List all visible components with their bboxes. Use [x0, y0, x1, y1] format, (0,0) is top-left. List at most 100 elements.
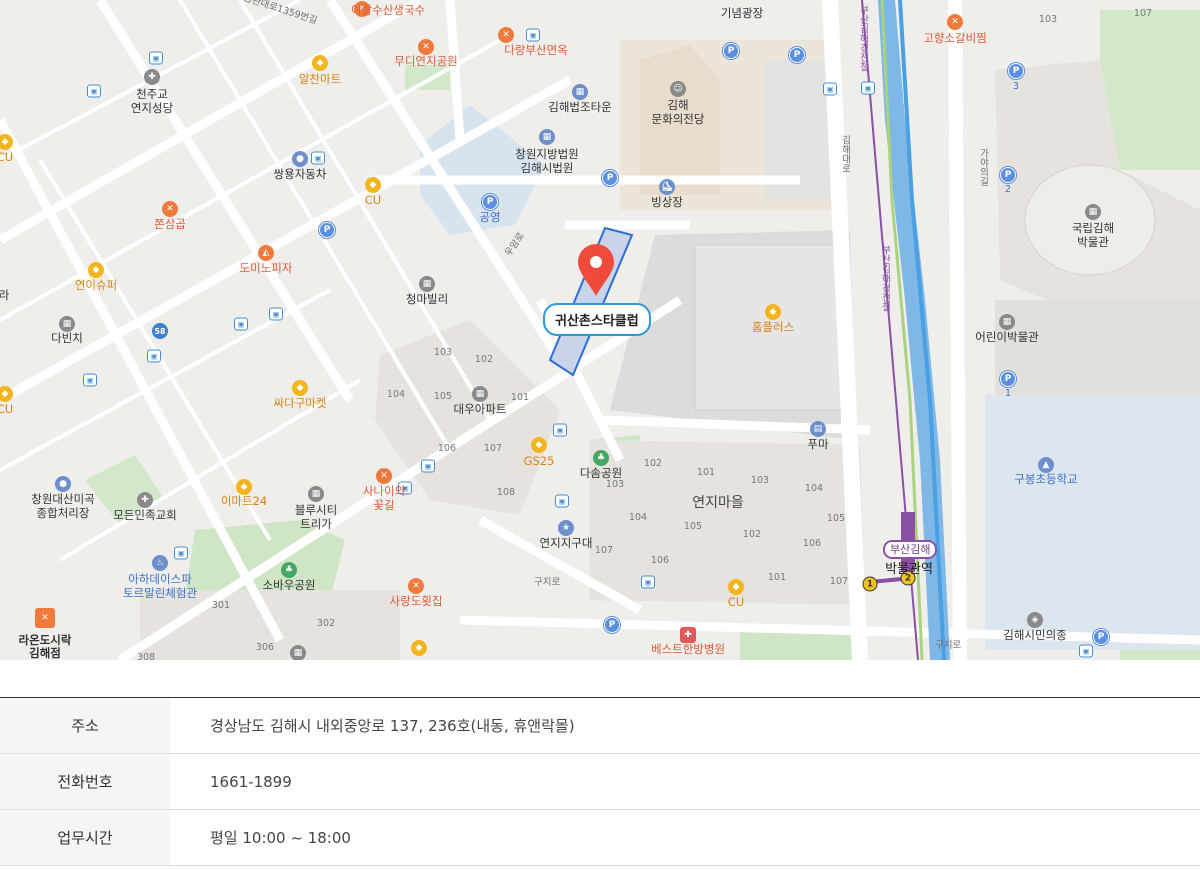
poi-label[interactable]: 싸다구마켓 — [274, 397, 327, 410]
poi-label[interactable]: 홈플러스 — [752, 321, 794, 334]
bus-stop-icon[interactable]: ▣ — [553, 423, 567, 437]
parking-icon[interactable]: P — [319, 222, 335, 238]
skate-icon[interactable]: ⛸ — [659, 179, 675, 195]
fork-icon[interactable]: ✕ — [498, 27, 514, 43]
bus-stop-icon[interactable]: ▣ — [83, 373, 97, 387]
poi-label[interactable]: 사랑도횟집 — [390, 595, 443, 608]
map-view[interactable]: 귀산촌스타클럽 ✕ ✕ ✕ ◆ ✚ ▦ ☺ ▦ ● ◆ P ⛸ ✕ ◭ ◆ ▦ … — [0, 0, 1200, 660]
poi-label[interactable]: 김해시민의종 — [1003, 629, 1066, 642]
fork-icon[interactable]: ✕ — [947, 14, 963, 30]
bus-stop-icon[interactable]: ▣ — [526, 28, 540, 42]
poi-label[interactable]: 이마트24 — [221, 495, 267, 508]
school-icon[interactable]: ▲ — [1038, 457, 1054, 473]
poi-label[interactable]: CU — [728, 596, 744, 609]
poi-label[interactable]: 다솜공원 — [580, 467, 622, 480]
parking-icon[interactable]: P — [1008, 63, 1024, 79]
church-icon[interactable]: ✚ — [137, 492, 153, 508]
parking-icon[interactable]: P — [1093, 629, 1109, 645]
station-label[interactable]: 박물관역 — [885, 563, 933, 576]
bus-stop-icon[interactable]: ▣ — [149, 51, 163, 65]
poi-label[interactable]: 베스트한방병원 — [651, 643, 725, 656]
spa-icon[interactable]: ♨ — [152, 555, 168, 571]
bus-stop-icon[interactable]: ▣ — [421, 459, 435, 473]
poi-label[interactable]: 고향소갈비찜 — [923, 32, 986, 45]
poi-label[interactable]: 무디연지공원 — [394, 55, 457, 68]
shop-icon[interactable]: ◆ — [765, 304, 781, 320]
bus-stop-icon[interactable]: ▣ — [147, 349, 161, 363]
bus-stop-icon[interactable]: ▣ — [87, 84, 101, 98]
poi-label[interactable]: 라온도시락 김해점 — [19, 633, 72, 660]
shop-icon[interactable]: ◆ — [531, 437, 547, 453]
poi-label[interactable]: CU — [0, 403, 13, 416]
building-icon[interactable]: ▦ — [59, 316, 75, 332]
poi-label[interactable]: 쌍용자동차 — [274, 168, 327, 181]
poi-label[interactable]: 연이슈퍼 — [75, 279, 117, 292]
poi-label[interactable]: 구봉초등학교 — [1014, 473, 1077, 486]
poi-label[interactable]: 빙상장 — [651, 196, 683, 209]
museum-icon[interactable]: ▦ — [999, 314, 1015, 330]
poi-label[interactable]: 다랑부산면옥 — [504, 44, 567, 57]
bus-stop-icon[interactable]: ▣ — [555, 494, 569, 508]
poi-label[interactable]: 블루시티 트리가 — [295, 503, 337, 532]
poi-label[interactable]: 사나이의 꽃길 — [363, 484, 405, 513]
bell-icon[interactable]: ◈ — [1027, 612, 1043, 628]
shop-icon[interactable]: ◆ — [292, 380, 308, 396]
poi-label[interactable]: 소바우공원 — [263, 579, 316, 592]
bus-stop-icon[interactable]: ▣ — [311, 151, 325, 165]
poi-label[interactable]: 푸마 — [807, 438, 828, 451]
bus-stop-icon[interactable]: ▣ — [234, 317, 248, 331]
fork-icon[interactable]: ✕ — [418, 39, 434, 55]
shop-icon[interactable]: ◆ — [365, 177, 381, 193]
poi-label[interactable]: 연지지구대 — [540, 537, 593, 550]
poi-label[interactable]: 창원대산미곡 종합처리장 — [31, 492, 94, 521]
building-icon[interactable]: ▦ — [308, 486, 324, 502]
building-icon[interactable]: ▦ — [419, 276, 435, 292]
shop-icon[interactable]: ◆ — [88, 262, 104, 278]
poi-label[interactable]: 다빈치 — [51, 332, 83, 345]
court-icon[interactable]: ▦ — [539, 129, 555, 145]
building-icon[interactable]: ▦ — [290, 645, 306, 660]
fork-icon[interactable]: ✕ — [408, 578, 424, 594]
poi-label[interactable]: 라 — [0, 289, 9, 302]
bus-stop-icon[interactable]: ▣ — [174, 546, 188, 560]
building-icon[interactable]: ▦ — [572, 84, 588, 100]
culture-icon[interactable]: ☺ — [670, 81, 686, 97]
church-icon[interactable]: ✚ — [144, 69, 160, 85]
poi-label[interactable]: 알찬마트 — [299, 73, 341, 86]
poi-label[interactable]: 모든민족교회 — [113, 509, 176, 522]
car-icon[interactable]: ● — [292, 151, 308, 167]
poi-label[interactable]: 이랑수산생국수 — [351, 4, 425, 17]
fork-icon[interactable]: ✕ — [376, 468, 392, 484]
poi-label[interactable]: 아하데이스파 토르말린체험관 — [123, 572, 197, 601]
pizza-icon[interactable]: ◭ — [258, 245, 274, 261]
fork-icon[interactable]: ✕ — [162, 201, 178, 217]
poi-label[interactable]: 기념광장 — [721, 7, 763, 20]
police-icon[interactable]: ★ — [558, 520, 574, 536]
bus-stop-icon[interactable]: ▣ — [1079, 644, 1093, 658]
park-icon[interactable]: ♣ — [593, 450, 609, 466]
parking-icon[interactable]: P — [1000, 167, 1016, 183]
parking-icon[interactable]: P — [482, 194, 498, 210]
shop-icon[interactable]: ▤ — [810, 421, 826, 437]
shop-icon[interactable]: ◆ — [728, 579, 744, 595]
bus-stop-icon[interactable]: ▣ — [641, 575, 655, 589]
hospital-icon[interactable]: ✚ — [680, 627, 696, 643]
bus-stop-icon[interactable]: ▣ — [269, 307, 283, 321]
poi-label[interactable]: 창원지방법원 김해시법원 — [515, 147, 578, 176]
parking-icon[interactable]: P — [604, 617, 620, 633]
poi-label[interactable]: 쫀삼곱 — [154, 218, 186, 231]
poi-label[interactable]: GS25 — [524, 455, 555, 468]
parking-icon[interactable]: P — [602, 170, 618, 186]
poi-label[interactable]: 김해 문화의전당 — [652, 98, 705, 127]
exit-1-icon[interactable]: 1 — [862, 576, 878, 592]
bus-stop-icon[interactable]: ▣ — [861, 81, 875, 95]
park-icon[interactable]: ♣ — [281, 562, 297, 578]
factory-icon[interactable]: ● — [55, 476, 71, 492]
parking-icon[interactable]: P — [1000, 371, 1016, 387]
poi-label[interactable]: 청마빌리 — [406, 293, 448, 306]
bus-stop-icon[interactable]: ▣ — [823, 82, 837, 96]
poi-label[interactable]: 도미노피자 — [240, 262, 293, 275]
parking-icon[interactable]: P — [789, 47, 805, 63]
shop-icon[interactable]: ◆ — [236, 479, 252, 495]
museum-icon[interactable]: ▦ — [1085, 204, 1101, 220]
